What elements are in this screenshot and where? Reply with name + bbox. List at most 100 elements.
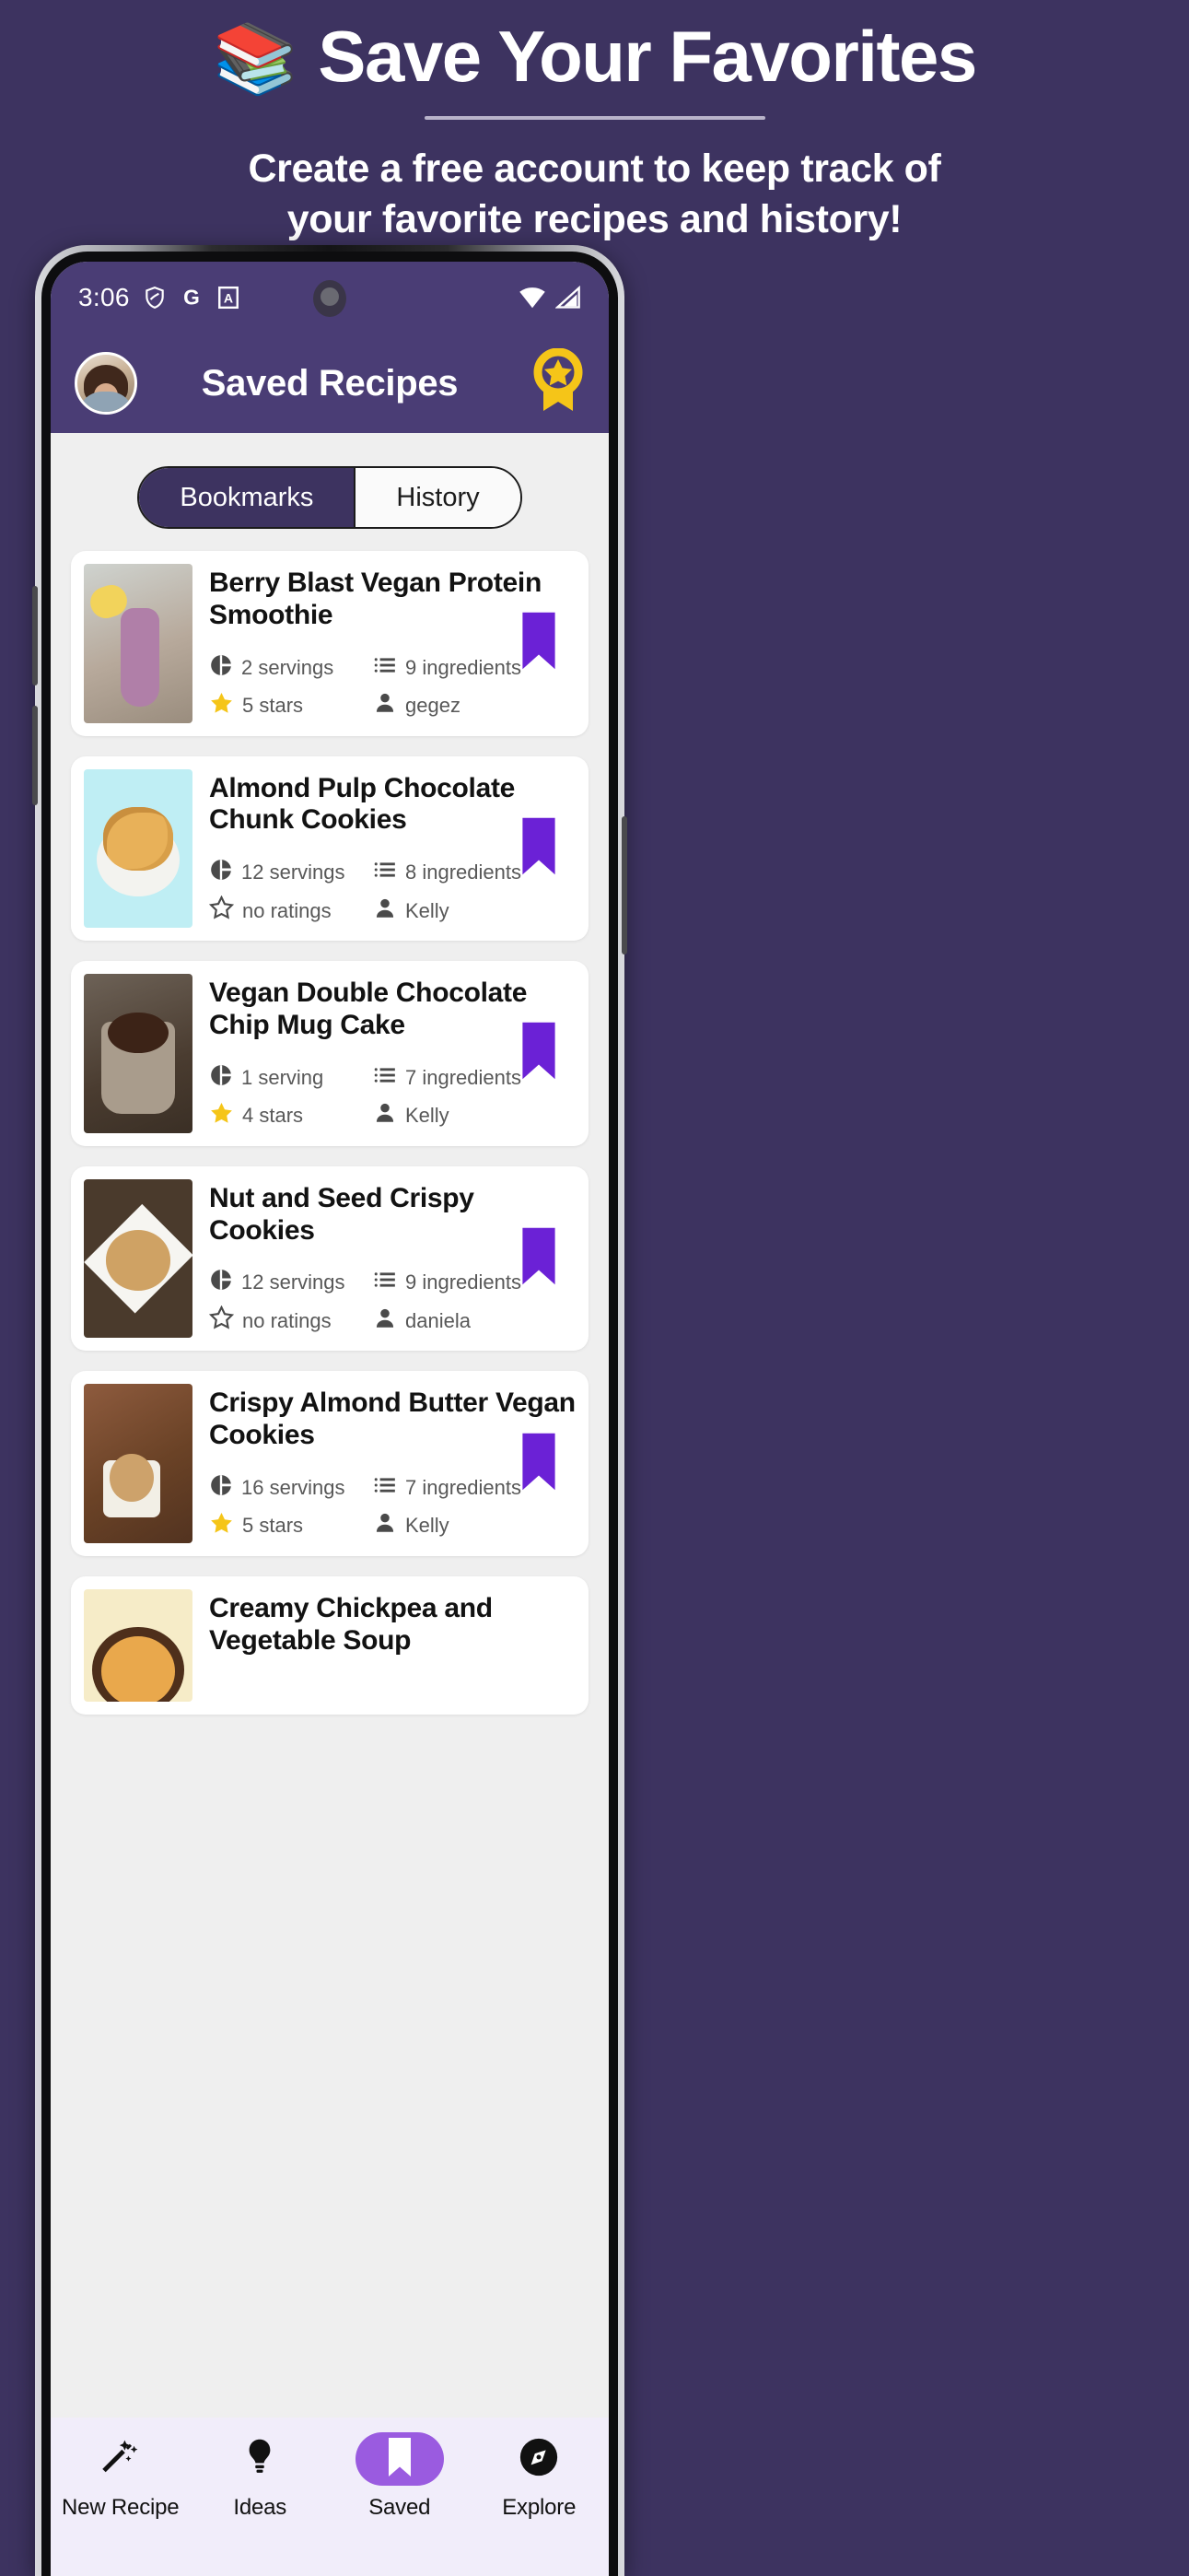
- shield-icon: [143, 284, 167, 311]
- recipe-meta-row-2: 5 stars gegez: [209, 691, 576, 721]
- tab-bookmarks[interactable]: Bookmarks: [139, 468, 355, 527]
- promo-header: 📚 Save Your Favorites Create a free acco…: [0, 0, 1189, 245]
- list-icon: [373, 1268, 397, 1297]
- bookmark-icon: [386, 2437, 414, 2481]
- promo-subtitle-line2: your favorite recipes and history!: [286, 196, 903, 241]
- promo-subtitle: Create a free account to keep track of y…: [0, 144, 1189, 245]
- recipe-author: Kelly: [373, 1511, 449, 1540]
- nav-item-new-recipe[interactable]: New Recipe: [51, 2432, 191, 2521]
- recipe-card[interactable]: Almond Pulp Chocolate Chunk Cookies 12 se…: [71, 755, 589, 942]
- recipe-rating: 5 stars: [209, 691, 373, 721]
- bookmark-toggle[interactable]: [519, 1023, 559, 1084]
- recipe-card[interactable]: Crispy Almond Butter Vegan Cookies 16 ser…: [71, 1371, 589, 1556]
- star-filled-icon: [209, 1511, 234, 1541]
- servings-icon: [209, 1063, 233, 1093]
- person-icon: [373, 1101, 397, 1130]
- recipe-ingredients: 9 ingredients: [373, 1268, 521, 1297]
- recipe-servings-label: 12 servings: [241, 1270, 345, 1294]
- tab-bar: Bookmarks History: [51, 433, 609, 551]
- servings-icon: [209, 1473, 233, 1503]
- star-filled-icon: [209, 1101, 234, 1131]
- promo-divider: [424, 115, 765, 120]
- status-bar: 3:06 G A: [51, 262, 609, 334]
- bookmark-toggle[interactable]: [519, 1433, 559, 1494]
- lightbulb-icon: [239, 2436, 280, 2483]
- recipe-author-label: Kelly: [405, 898, 449, 922]
- volume-up-button[interactable]: [32, 586, 38, 685]
- recipe-servings: 16 servings: [209, 1473, 373, 1503]
- recipe-list[interactable]: Berry Blast Vegan Protein Smoothie 2 serv…: [51, 551, 609, 1715]
- nav-label-saved: Saved: [368, 2495, 431, 2520]
- nav-item-saved[interactable]: Saved: [330, 2432, 470, 2521]
- recipe-ingredients-label: 9 ingredients: [405, 655, 521, 679]
- award-ribbon-icon[interactable]: [531, 347, 585, 419]
- recipe-ingredients-label: 7 ingredients: [405, 1065, 521, 1089]
- recipe-thumbnail: [84, 768, 192, 929]
- bookmark-toggle[interactable]: [519, 612, 559, 674]
- nav-pill-explore: [495, 2432, 583, 2486]
- recipe-meta-row-2: no ratings Kelly: [208, 895, 576, 926]
- bookmark-toggle[interactable]: [519, 1227, 559, 1290]
- volume-down-button[interactable]: [32, 706, 38, 805]
- recipe-rating: 4 stars: [209, 1101, 373, 1131]
- nav-pill-saved: [355, 2432, 444, 2486]
- recipe-author: Kelly: [373, 1101, 449, 1130]
- recipe-servings: 12 servings: [209, 1268, 373, 1297]
- nav-label-explore: Explore: [502, 2495, 577, 2520]
- list-icon: [373, 1063, 397, 1093]
- recipe-thumbnail: [84, 1178, 192, 1339]
- power-button[interactable]: [622, 816, 627, 954]
- recipe-ingredients-label: 8 ingredients: [405, 861, 521, 884]
- list-icon: [373, 858, 397, 887]
- recipe-rating-label: 4 stars: [242, 1104, 304, 1128]
- recipe-servings: 2 servings: [209, 653, 373, 683]
- nav-label-new-recipe: New Recipe: [62, 2495, 180, 2520]
- recipe-ingredients-label: 9 ingredients: [405, 1270, 521, 1294]
- a-badge-icon: A: [216, 285, 240, 310]
- segmented-control: Bookmarks History: [137, 466, 522, 529]
- magic-wand-icon: [99, 2436, 142, 2483]
- recipe-servings: 12 servings: [209, 858, 373, 887]
- nav-item-explore[interactable]: Explore: [470, 2432, 610, 2521]
- recipe-author: daniela: [373, 1306, 471, 1336]
- recipe-meta-row-2: 5 stars Kelly: [209, 1511, 576, 1541]
- recipe-card[interactable]: Creamy Chickpea and Vegetable Soup: [71, 1575, 589, 1715]
- recipe-author-label: daniela: [405, 1308, 471, 1332]
- page-title: Save Your Favorites: [318, 16, 977, 97]
- status-bar-right: [519, 286, 581, 310]
- recipe-card[interactable]: Nut and Seed Crispy Cookies 12 servings 9 …: [71, 1165, 589, 1352]
- recipe-card[interactable]: Vegan Double Chocolate Chip Mug Cake 1 se…: [71, 961, 589, 1146]
- star-outline-icon: [208, 1305, 235, 1336]
- recipe-title: Creamy Chickpea and Vegetable Soup: [209, 1592, 493, 1656]
- recipe-meta-row-2: no ratings daniela: [208, 1305, 576, 1336]
- recipe-thumbnail: [84, 1588, 192, 1702]
- recipe-thumbnail: [84, 1384, 192, 1543]
- books-icon: 📚: [213, 19, 298, 97]
- recipe-thumbnail: [84, 974, 192, 1133]
- tab-history[interactable]: History: [354, 468, 520, 527]
- person-icon: [373, 1306, 397, 1336]
- recipe-rating-label: 5 stars: [242, 1514, 304, 1538]
- nav-item-ideas[interactable]: Ideas: [191, 2432, 331, 2521]
- bookmark-toggle[interactable]: [519, 817, 559, 879]
- nav-label-ideas: Ideas: [233, 2495, 287, 2520]
- star-outline-icon: [208, 895, 235, 926]
- list-icon: [373, 1473, 397, 1503]
- recipe-meta-row-2: 4 stars Kelly: [209, 1101, 576, 1131]
- recipe-card[interactable]: Berry Blast Vegan Protein Smoothie 2 serv…: [71, 551, 589, 736]
- svg-text:G: G: [183, 286, 200, 310]
- cell-signal-icon: [555, 286, 581, 310]
- recipe-rating: 5 stars: [209, 1511, 373, 1541]
- recipe-rating-label: no ratings: [242, 1308, 332, 1332]
- recipe-servings: 1 serving: [209, 1063, 373, 1093]
- star-filled-icon: [209, 691, 234, 721]
- recipe-rating: no ratings: [208, 895, 373, 926]
- avatar[interactable]: [75, 352, 137, 415]
- recipe-author: gegez: [373, 691, 460, 720]
- servings-icon: [209, 653, 233, 683]
- person-icon: [373, 1511, 397, 1540]
- promo-title-row: 📚 Save Your Favorites: [0, 16, 1189, 97]
- status-bar-left: 3:06 G A: [78, 283, 240, 312]
- app-bar: Saved Recipes: [51, 334, 609, 433]
- recipe-servings-label: 16 servings: [241, 1475, 345, 1499]
